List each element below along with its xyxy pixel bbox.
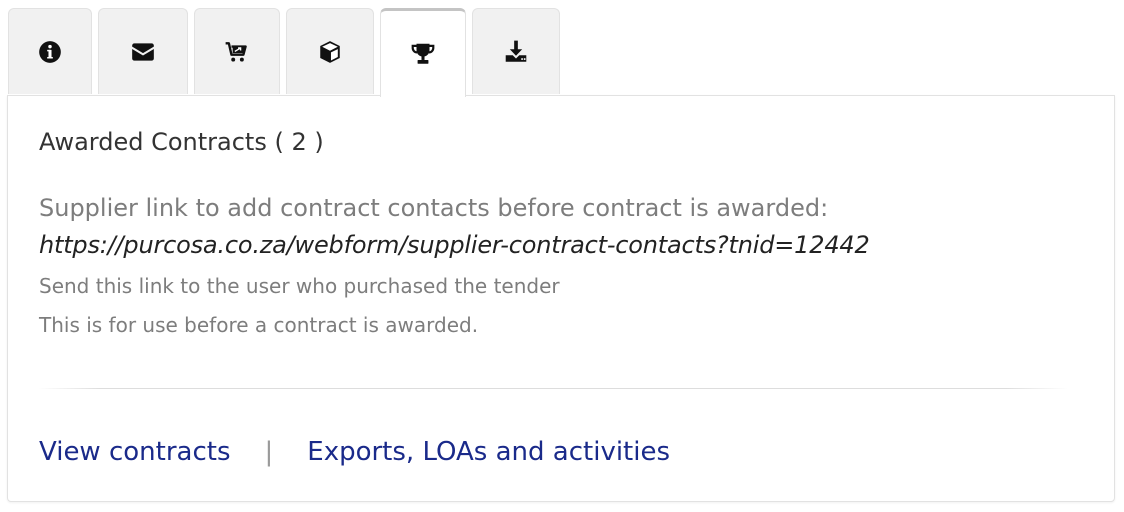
box-icon bbox=[320, 40, 340, 63]
tab-info[interactable] bbox=[8, 8, 92, 94]
download-icon bbox=[505, 40, 527, 62]
panel-heading: Awarded Contracts ( 2 ) bbox=[39, 128, 324, 156]
tab-messages[interactable] bbox=[98, 8, 188, 94]
cart-icon bbox=[225, 41, 247, 62]
tab-bar bbox=[8, 8, 566, 97]
view-contracts-link[interactable]: View contracts bbox=[39, 437, 231, 467]
exports-link[interactable]: Exports, LOAs and activities bbox=[307, 437, 670, 467]
envelope-icon bbox=[132, 42, 154, 61]
tab-downloads[interactable] bbox=[472, 8, 560, 94]
tab-purchase[interactable] bbox=[194, 8, 280, 94]
supplier-link-label: Supplier link to add contract contacts b… bbox=[39, 194, 829, 222]
supplier-link-url: https://purcosa.co.za/webform/supplier-c… bbox=[39, 231, 870, 259]
send-link-note: Send this link to the user who purchased… bbox=[39, 274, 560, 298]
trophy-icon bbox=[411, 43, 435, 64]
info-icon bbox=[39, 40, 61, 63]
tab-awarded-contracts[interactable] bbox=[380, 8, 466, 97]
tab-package[interactable] bbox=[286, 8, 374, 94]
divider bbox=[38, 388, 1068, 389]
usage-note: This is for use before a contract is awa… bbox=[39, 313, 479, 337]
awarded-contracts-panel: Awarded Contracts ( 2 ) Supplier link to… bbox=[7, 95, 1115, 502]
link-separator: | bbox=[264, 437, 274, 467]
panel-actions: View contracts | Exports, LOAs and activ… bbox=[39, 437, 670, 467]
